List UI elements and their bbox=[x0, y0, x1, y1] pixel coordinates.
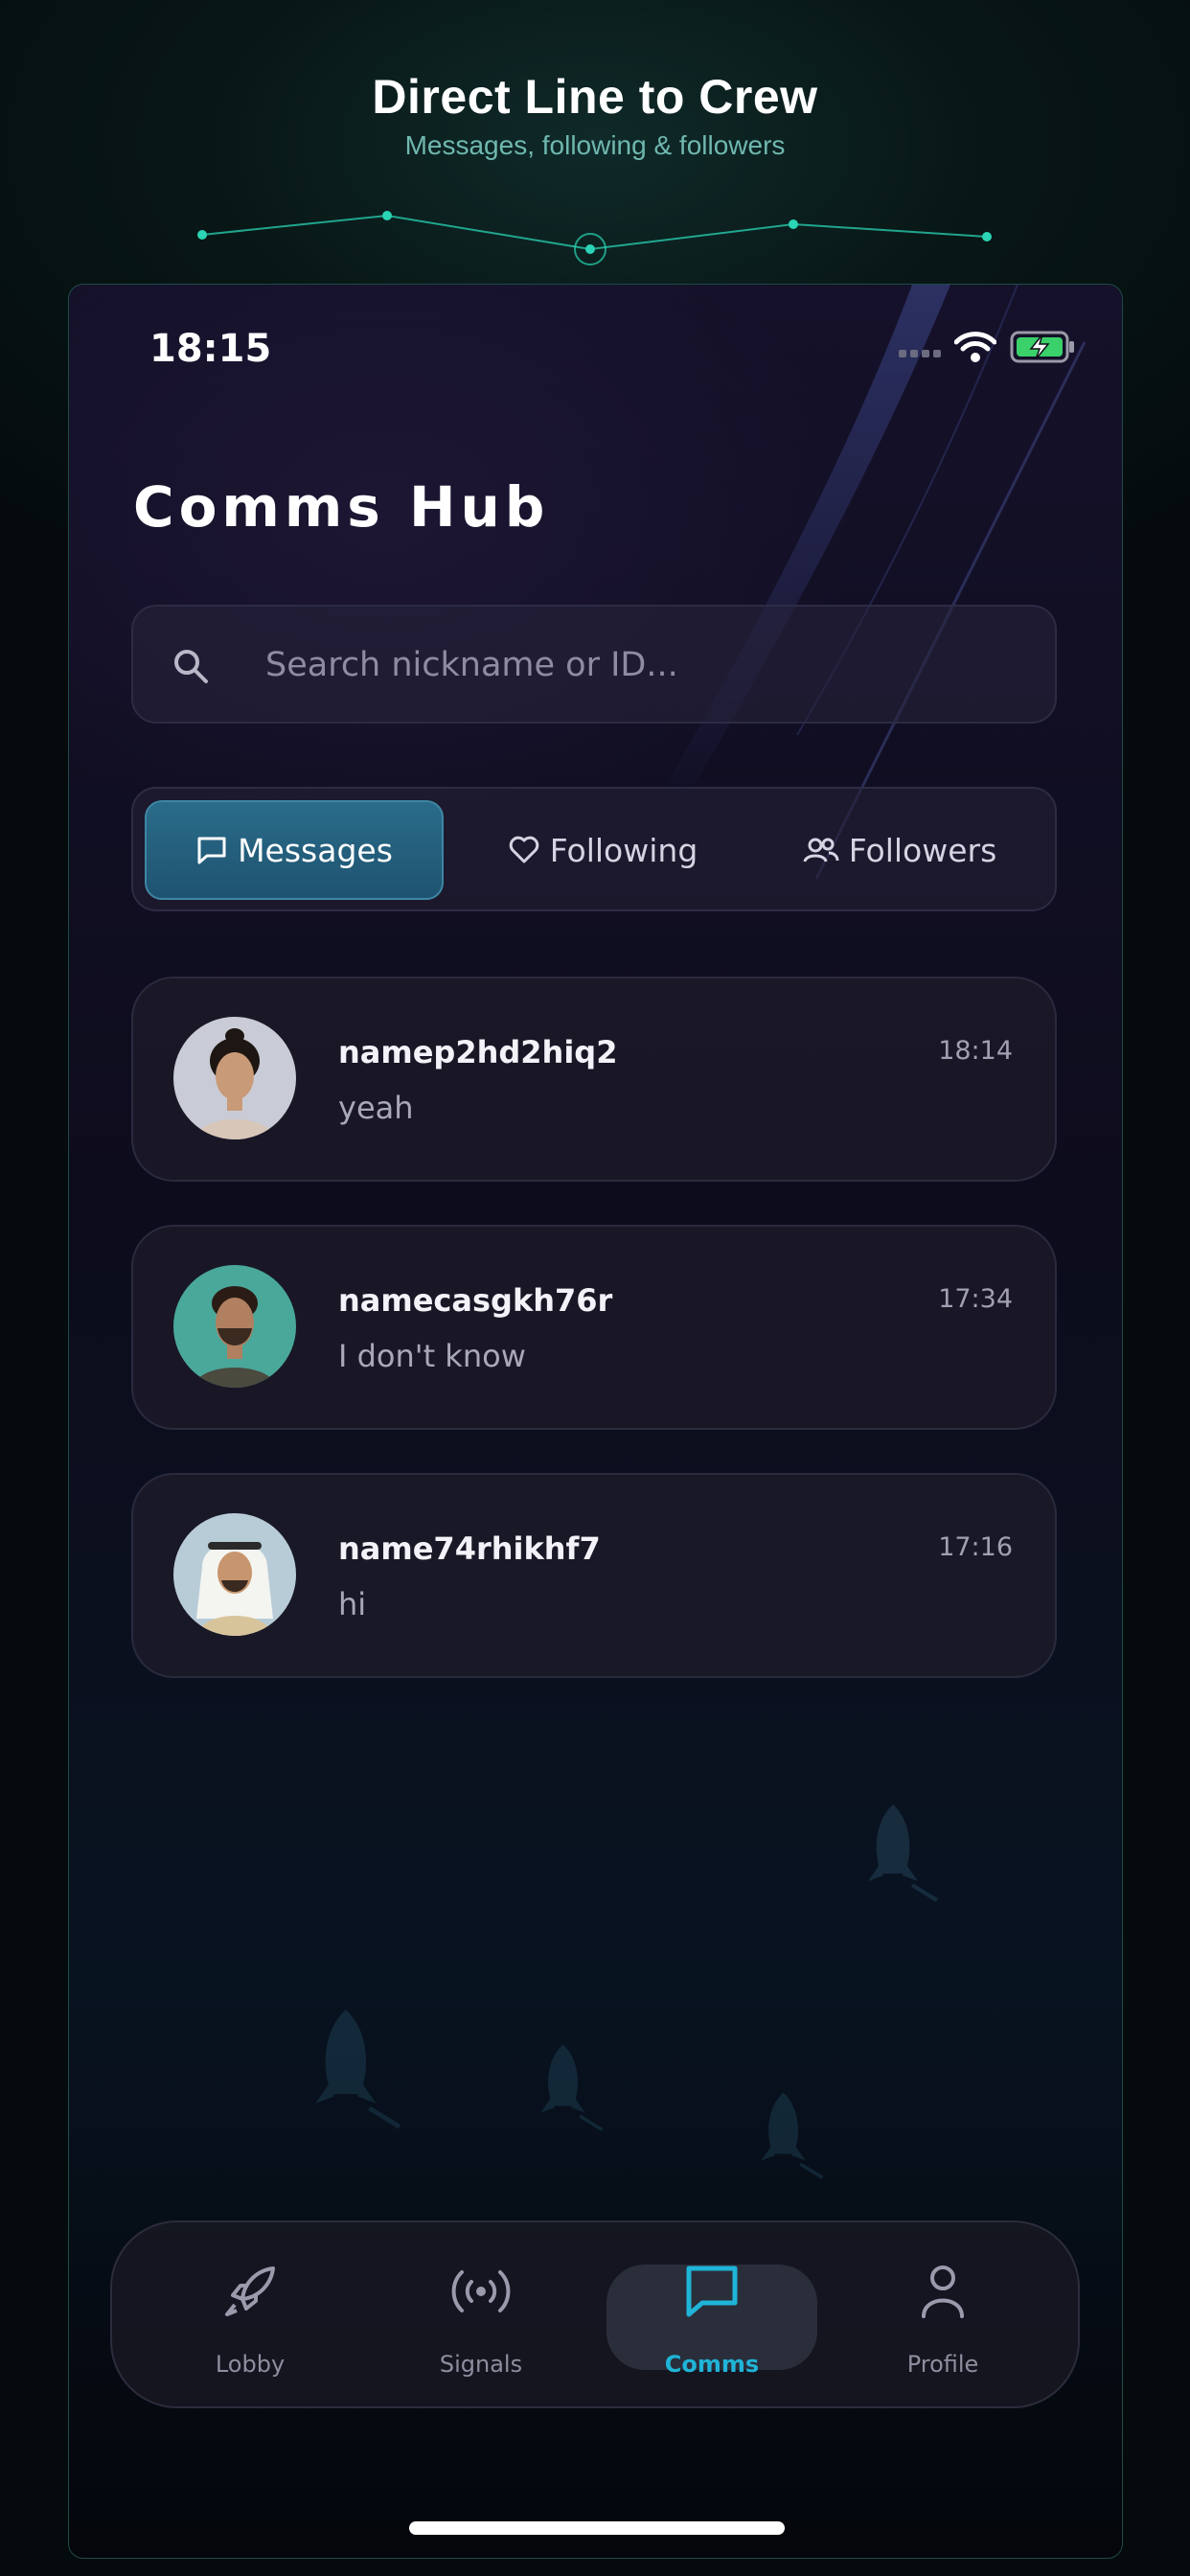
person-icon bbox=[922, 2266, 964, 2318]
wifi-icon bbox=[954, 332, 996, 362]
search-input[interactable] bbox=[263, 632, 1015, 699]
chat-last-message: yeah bbox=[338, 1090, 414, 1126]
rocket-icon bbox=[315, 2010, 401, 2129]
chat-name: namecasgkh76r bbox=[338, 1282, 613, 1319]
chat-bubble-icon bbox=[197, 837, 226, 864]
search-box[interactable] bbox=[131, 605, 1057, 724]
chat-name: name74rhikhf7 bbox=[338, 1530, 601, 1567]
tab-followers[interactable]: Followers bbox=[756, 800, 1043, 900]
promo-subtitle: Messages, following & followers bbox=[404, 130, 786, 160]
chat-last-message: I don't know bbox=[338, 1338, 526, 1374]
chat-time: 18:14 bbox=[938, 1036, 1013, 1066]
tab-messages[interactable]: Messages bbox=[145, 800, 444, 900]
rocket-icon bbox=[540, 2044, 604, 2131]
nav-lobby[interactable]: Lobby bbox=[145, 2242, 355, 2391]
nav-label: Profile bbox=[906, 2351, 979, 2378]
nav-profile[interactable]: Profile bbox=[837, 2242, 1048, 2391]
heart-icon bbox=[509, 836, 538, 863]
status-time: 18:15 bbox=[149, 327, 272, 371]
chat-list-item[interactable]: namep2hd2hiq2 yeah 18:14 bbox=[131, 977, 1057, 1182]
tab-label: Followers bbox=[848, 831, 997, 869]
battery-charging-icon bbox=[1010, 331, 1074, 363]
rocket-icon bbox=[225, 2266, 275, 2316]
phone-screen: 18:15 Comms Hub Messages bbox=[68, 284, 1123, 2559]
tab-label: Messages bbox=[238, 831, 393, 869]
home-indicator[interactable] bbox=[409, 2521, 785, 2535]
search-icon bbox=[174, 650, 208, 683]
nav-signals[interactable]: Signals bbox=[376, 2242, 586, 2391]
tab-following[interactable]: Following bbox=[478, 800, 727, 900]
chat-bubble-icon bbox=[686, 2266, 738, 2317]
avatar bbox=[173, 1265, 296, 1388]
tab-label: Following bbox=[549, 831, 698, 869]
chat-time: 17:34 bbox=[938, 1284, 1013, 1314]
chat-time: 17:16 bbox=[938, 1532, 1013, 1562]
broadcast-icon bbox=[451, 2270, 511, 2312]
chat-last-message: hi bbox=[338, 1586, 367, 1622]
rocket-icon bbox=[868, 1805, 939, 1902]
promo-title: Direct Line to Crew bbox=[372, 70, 818, 124]
cellular-signal-icon bbox=[899, 350, 941, 357]
avatar bbox=[173, 1017, 296, 1139]
rocket-icon bbox=[761, 2092, 824, 2179]
users-icon bbox=[803, 838, 839, 862]
decorative-line-graph bbox=[197, 211, 992, 265]
bottom-nav: Lobby Signals Comms Profile bbox=[110, 2220, 1080, 2408]
chat-list-item[interactable]: name74rhikhf7 hi 17:16 bbox=[131, 1473, 1057, 1678]
chat-name: namep2hd2hiq2 bbox=[338, 1034, 618, 1070]
nav-label: Comms bbox=[664, 2351, 760, 2378]
tab-bar: Messages Following Followers bbox=[131, 787, 1057, 911]
nav-label: Lobby bbox=[215, 2351, 286, 2378]
avatar bbox=[173, 1513, 296, 1636]
chat-list-item[interactable]: namecasgkh76r I don't know 17:34 bbox=[131, 1225, 1057, 1430]
page-title: Comms Hub bbox=[133, 474, 550, 540]
nav-comms[interactable]: Comms bbox=[606, 2242, 817, 2391]
nav-label: Signals bbox=[439, 2351, 523, 2378]
